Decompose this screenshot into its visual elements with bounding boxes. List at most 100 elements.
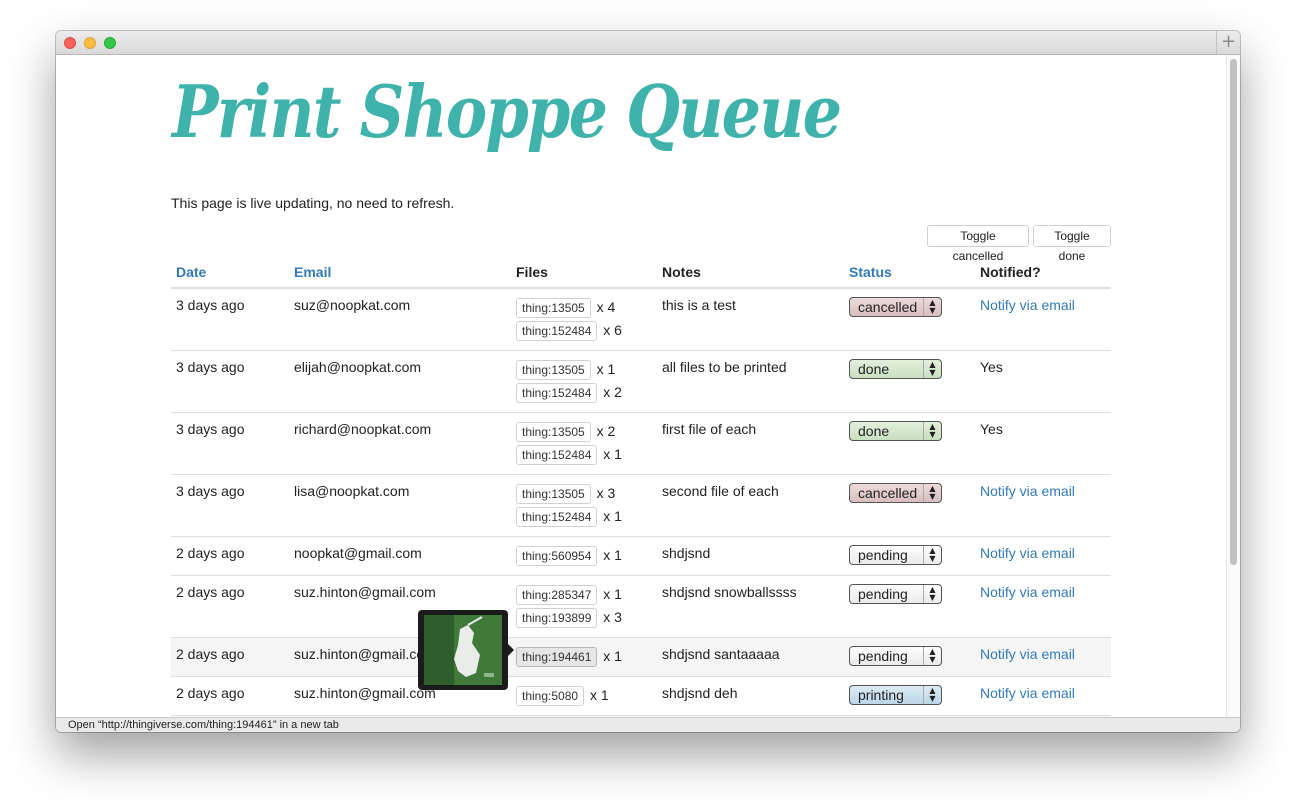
status-select-value: done [858, 361, 890, 377]
status-select[interactable]: pending ▲ ▼ [849, 545, 942, 565]
files-column-header: Files [511, 255, 657, 289]
file-link[interactable]: thing:13505 [516, 484, 591, 504]
file-entry: thing:193899 x 3 [516, 607, 652, 628]
date-cell: 2 days ago [171, 637, 289, 677]
notify-via-email-link[interactable]: Notify via email [980, 646, 1075, 662]
date-cell: 3 days ago [171, 412, 289, 475]
file-quantity: x 3 [596, 485, 616, 501]
scrollbar-thumb[interactable] [1230, 59, 1237, 565]
status-select-value: pending [858, 586, 908, 602]
file-quantity: x 2 [603, 384, 622, 400]
notified-cell: Notify via email [975, 637, 1111, 677]
file-link[interactable]: thing:152484 [516, 507, 598, 527]
file-quantity: x 1 [603, 586, 622, 602]
notes-cell: second file of each [657, 474, 844, 537]
status-cell: pending ▲ ▼ [844, 536, 975, 576]
file-entry: thing:13505 x 4 [516, 297, 652, 318]
minimize-window-button[interactable] [84, 37, 96, 49]
notified-cell: Notify via email [975, 575, 1111, 638]
status-select-value: pending [858, 648, 908, 664]
zoom-window-button[interactable] [104, 37, 116, 49]
status-select[interactable]: pending ▲ ▼ [849, 584, 942, 604]
updown-arrows-icon: ▲ ▼ [923, 686, 941, 704]
status-column-header[interactable]: Status [844, 255, 975, 289]
status-select-value: pending [858, 547, 908, 563]
table-row: 3 days ago richard@noopkat.com thing:13505… [171, 412, 1111, 475]
title-bar: + [56, 31, 1240, 55]
updown-arrows-icon: ▲ ▼ [923, 484, 941, 502]
file-link[interactable]: thing:152484 [516, 383, 598, 403]
file-quantity: x 1 [603, 547, 622, 563]
email-cell: richard@noopkat.com [289, 412, 511, 475]
notify-via-email-link[interactable]: Notify via email [980, 483, 1075, 499]
file-link[interactable]: thing:193899 [516, 608, 598, 628]
notified-column-header: Notified? [975, 255, 1111, 289]
notes-cell: shdjsnd deh [657, 676, 844, 716]
date-column-header[interactable]: Date [171, 255, 289, 289]
status-cell: cancelled ▲ ▼ [844, 474, 975, 537]
plus-icon[interactable]: + [1216, 31, 1240, 55]
page-content: Print Shoppe Queue This page is live upd… [56, 55, 1226, 717]
date-cell: 3 days ago [171, 288, 289, 351]
file-link[interactable]: thing:152484 [516, 445, 598, 465]
email-cell: elijah@noopkat.com [289, 350, 511, 413]
status-select-value: printing [858, 687, 904, 703]
notes-cell: all files to be printed [657, 350, 844, 413]
status-select[interactable]: printing ▲ ▼ [849, 685, 942, 705]
vertical-scrollbar[interactable] [1226, 55, 1240, 717]
date-cell: 3 days ago [171, 350, 289, 413]
date-cell: 2 days ago [171, 536, 289, 576]
table-row: 2 days ago suz.hinton@gmail.com thing:1944… [171, 637, 1111, 677]
status-select[interactable]: cancelled ▲ ▼ [849, 297, 942, 317]
notify-via-email-link[interactable]: Notify via email [980, 584, 1075, 600]
updown-arrows-icon: ▲ ▼ [923, 647, 941, 665]
files-cell: thing:13505 x 3 thing:152484 x 1 [511, 474, 657, 537]
date-cell: 2 days ago [171, 676, 289, 716]
file-entry: thing:152484 x 6 [516, 320, 652, 341]
notify-via-email-link[interactable]: Notify via email [980, 545, 1075, 561]
files-cell: thing:13505 x 4 thing:152484 x 6 [511, 288, 657, 351]
status-cell: printing ▲ ▼ [844, 676, 975, 716]
file-entry: thing:560954 x 1 [516, 545, 652, 566]
files-cell: thing:5080 x 1 [511, 676, 657, 716]
notify-via-email-link[interactable]: Notify via email [980, 685, 1075, 701]
file-quantity: x 1 [596, 361, 616, 377]
email-column-header[interactable]: Email [289, 255, 511, 289]
files-cell: thing:13505 x 1 thing:152484 x 2 [511, 350, 657, 413]
updown-arrows-icon: ▲ ▼ [923, 360, 941, 378]
file-link[interactable]: thing:194461 [516, 647, 598, 667]
status-select[interactable]: cancelled ▲ ▼ [849, 483, 942, 503]
file-link[interactable]: thing:560954 [516, 546, 598, 566]
notify-via-email-link[interactable]: Notify via email [980, 297, 1075, 313]
close-window-button[interactable] [64, 37, 76, 49]
status-select[interactable]: pending ▲ ▼ [849, 646, 942, 666]
file-entry: thing:152484 x 2 [516, 382, 652, 403]
status-cell: done ▲ ▼ [844, 412, 975, 475]
status-select[interactable]: done ▲ ▼ [849, 359, 942, 379]
toggle-done-button[interactable]: Toggle done [1033, 225, 1111, 263]
file-entry: thing:285347 x 1 [516, 584, 652, 605]
file-quantity: x 1 [603, 508, 622, 524]
status-cell: pending ▲ ▼ [844, 575, 975, 638]
toggle-cancelled-button[interactable]: Toggle cancelled [927, 225, 1029, 263]
browser-status-bar: Open “http://thingiverse.com/thing:19446… [56, 717, 1240, 732]
status-select-value: cancelled [858, 485, 918, 501]
file-entry: thing:194461 x 1 [516, 646, 652, 667]
file-link[interactable]: thing:13505 [516, 298, 591, 318]
browser-window: + Print Shoppe Queue This page is live u… [56, 31, 1240, 732]
notified-cell: Notify via email [975, 676, 1111, 716]
table-row: 2 days ago suz.hinton@gmail.com thing:5080… [171, 676, 1111, 716]
notified-cell: Yes [975, 350, 1111, 413]
status-select[interactable]: done ▲ ▼ [849, 421, 942, 441]
file-link[interactable]: thing:13505 [516, 360, 591, 380]
updown-arrows-icon: ▲ ▼ [923, 546, 941, 564]
updown-arrows-icon: ▲ ▼ [923, 585, 941, 603]
notes-cell: shdjsnd [657, 536, 844, 576]
thumbnail-preview-popover [418, 610, 514, 690]
file-link[interactable]: thing:13505 [516, 422, 591, 442]
notified-cell: Notify via email [975, 474, 1111, 537]
files-cell: thing:13505 x 2 thing:152484 x 1 [511, 412, 657, 475]
file-link[interactable]: thing:152484 [516, 321, 598, 341]
file-link[interactable]: thing:5080 [516, 686, 585, 706]
file-link[interactable]: thing:285347 [516, 585, 598, 605]
